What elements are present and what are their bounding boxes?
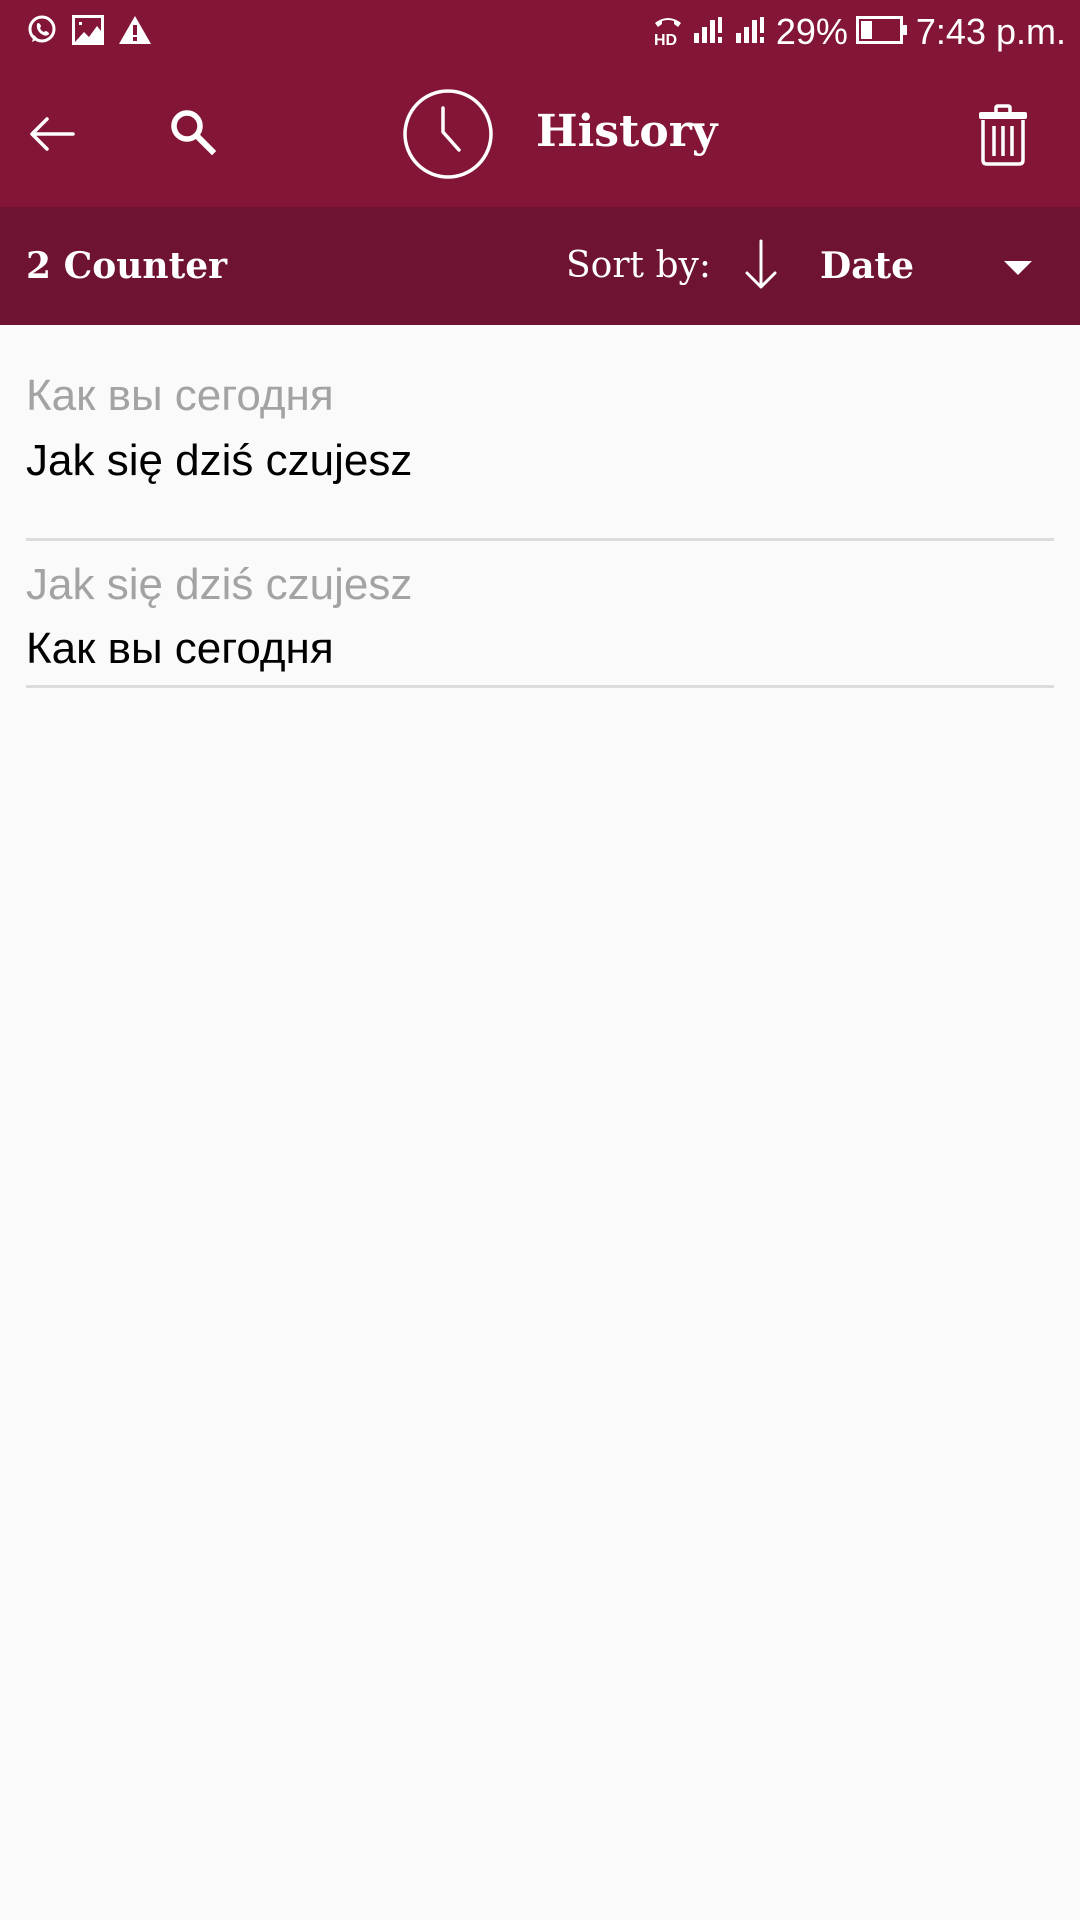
history-item-translation: Jak się dziś czujesz [26, 436, 413, 485]
sort-value: Date [820, 245, 915, 287]
status-bar-system: HD 29% 7:43 p.m. [652, 8, 1066, 56]
sort-label: Sort by: [566, 245, 711, 286]
signal-sim1-icon [692, 15, 726, 50]
history-item[interactable]: Jak się dziś czujesz Как вы сегодня [26, 541, 1054, 688]
history-count: 2 Counter [26, 245, 228, 287]
search-icon [169, 108, 217, 161]
back-button[interactable] [22, 106, 82, 166]
battery-icon [855, 15, 908, 50]
search-button[interactable] [163, 104, 223, 164]
status-bar-notifications [26, 12, 152, 52]
delete-history-button[interactable] [970, 100, 1036, 174]
sort-direction-button[interactable] [738, 237, 784, 297]
sort-dropdown[interactable]: Date [810, 227, 1056, 307]
clock-time: 7:43 p.m. [915, 11, 1066, 52]
caret-down-icon [1004, 261, 1032, 282]
status-bar: HD 29% 7:43 p.m. [0, 0, 1080, 66]
gallery-icon [72, 14, 104, 50]
hd-call-icon: HD [652, 13, 684, 52]
page-title: History [536, 106, 718, 157]
history-item-source: Как вы сегодня [26, 371, 334, 420]
whatsapp-icon [26, 14, 58, 51]
clock-icon [402, 88, 494, 185]
sort-bar: 2 Counter Sort by: Date [0, 207, 1080, 325]
signal-sim2-icon [734, 15, 768, 50]
arrow-down-icon [743, 239, 779, 296]
warning-icon [118, 15, 152, 50]
history-item-translation: Как вы сегодня [26, 624, 334, 673]
trash-icon [978, 103, 1028, 171]
app-bar: History [0, 66, 1080, 207]
battery-fill [860, 20, 872, 39]
arrow-left-icon [29, 116, 75, 157]
svg-text:HD: HD [654, 32, 677, 47]
history-item-source: Jak się dziś czujesz [26, 560, 413, 609]
battery-percent: 29% [775, 11, 848, 52]
history-item[interactable]: Как вы сегодня Jak się dziś czujesz [26, 325, 1054, 541]
history-list: Как вы сегодня Jak się dziś czujesz Jak … [26, 325, 1054, 688]
